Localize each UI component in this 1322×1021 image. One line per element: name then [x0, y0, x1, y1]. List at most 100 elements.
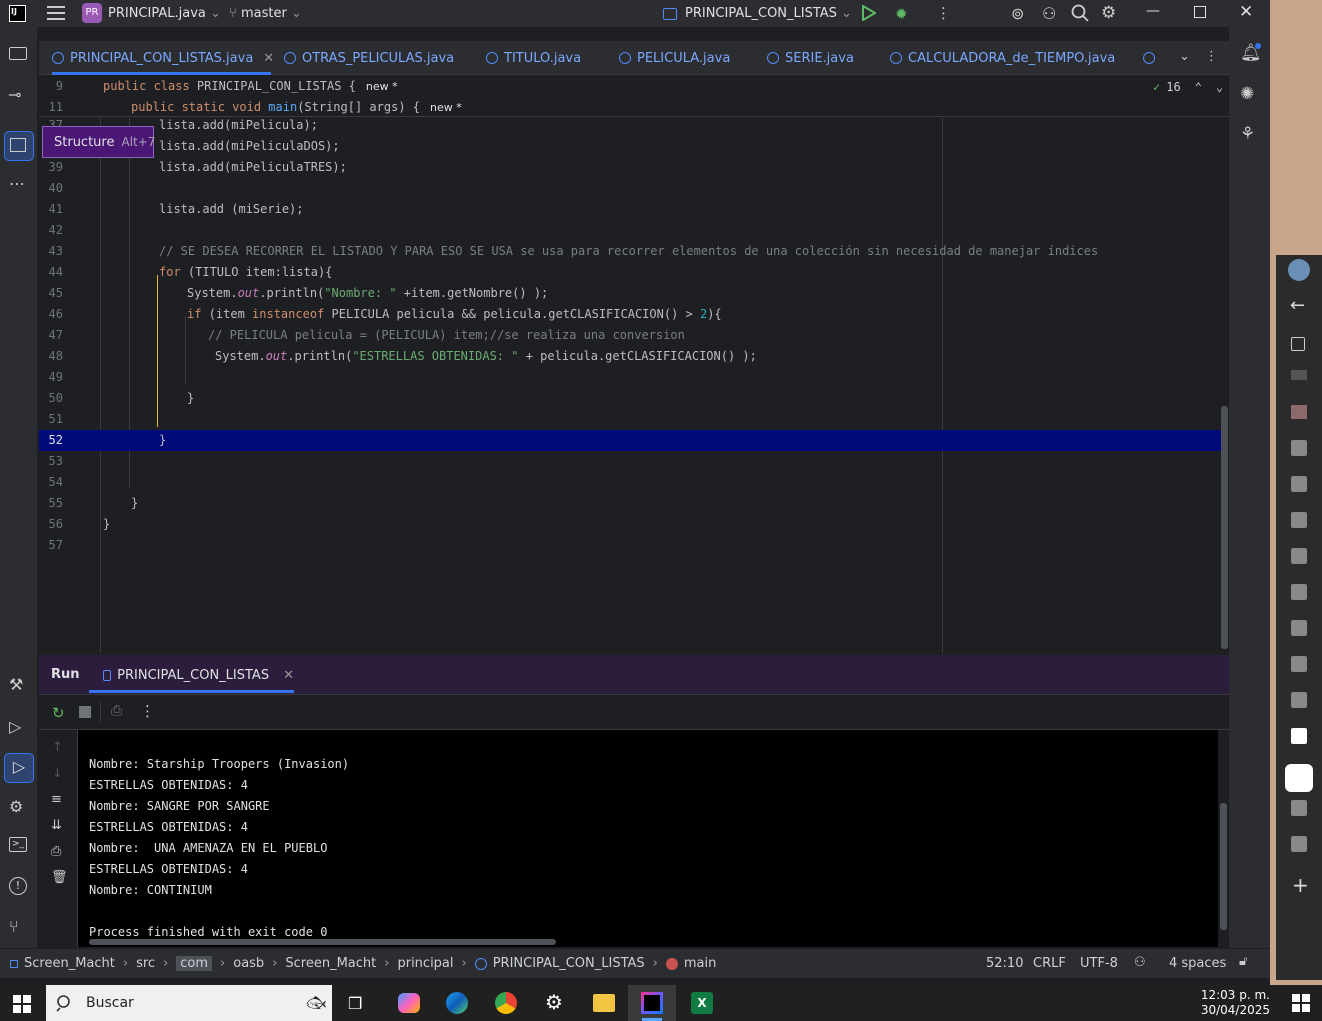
code-line[interactable]: lista.add(miPelicula);: [159, 118, 318, 132]
indent-setting[interactable]: 4 spaces: [1169, 956, 1226, 971]
console-hscrollbar[interactable]: [89, 939, 556, 945]
minimize-icon[interactable]: —: [1146, 3, 1160, 19]
settings-gear-icon[interactable]: ⚙: [1101, 3, 1116, 23]
amazon-tab-icon[interactable]: [1291, 620, 1307, 636]
sticky-code-line[interactable]: public class PRINCIPAL_CON_LISTAS {new *: [103, 79, 398, 93]
close-tab-icon[interactable]: ✕: [263, 51, 274, 66]
code-line[interactable]: System.out.println("Nombre: " +item.getN…: [187, 286, 548, 300]
task-view-icon[interactable]: ❒: [348, 994, 362, 1013]
code-editor[interactable]: 9 public class PRINCIPAL_CON_LISTAS {new …: [39, 75, 1229, 653]
code-line[interactable]: // SE DESEA RECORRER EL LISTADO Y PARA E…: [159, 244, 1098, 258]
rerun-icon[interactable]: ↻: [52, 704, 65, 722]
services-icon[interactable]: ▷: [9, 717, 21, 736]
breadcrumb-item[interactable]: main: [684, 956, 716, 971]
taskbar-search[interactable]: Buscar 🐟︎: [46, 985, 332, 1021]
main-menu-icon[interactable]: [47, 6, 65, 20]
amazon-tab-icon[interactable]: [1291, 836, 1307, 852]
ai-assistant-icon[interactable]: ⊚: [1011, 4, 1024, 23]
profile-icon[interactable]: [1288, 259, 1310, 281]
amazon-tab-icon[interactable]: [1291, 584, 1307, 600]
terminal-icon[interactable]: >_: [9, 837, 27, 852]
git-icon[interactable]: ⑂: [9, 917, 19, 936]
problems-icon[interactable]: !: [9, 877, 27, 895]
stop-icon[interactable]: [79, 706, 91, 718]
add-icon[interactable]: +: [1292, 873, 1309, 897]
amazon-tab-icon[interactable]: [1291, 656, 1307, 672]
back-arrow-icon[interactable]: ←: [1290, 295, 1305, 316]
inspection-widget[interactable]: ✓ 16 ⌃ ⌄: [1153, 80, 1223, 94]
build-hammer-icon[interactable]: ⚒: [9, 675, 23, 694]
editor-scrollbar[interactable]: [1221, 406, 1228, 649]
sticky-code-line[interactable]: public static void main(String[] args) {…: [131, 100, 462, 114]
amazon-tab-icon[interactable]: [1291, 548, 1307, 564]
chevron-down-icon[interactable]: ⌄: [1216, 80, 1223, 94]
ai-chat-icon[interactable]: ✺: [1240, 84, 1254, 104]
code-line[interactable]: lista.add(miPeliculaTRES);: [159, 160, 347, 174]
editor-tab[interactable]: PELICULA.java: [619, 41, 730, 75]
breadcrumb-item[interactable]: principal: [397, 956, 453, 971]
more-icon[interactable]: ⋮: [140, 702, 155, 720]
maximize-icon[interactable]: [1194, 6, 1206, 18]
file-explorer-icon[interactable]: [593, 994, 615, 1012]
more-icon[interactable]: ⋮: [1205, 49, 1218, 64]
code-line[interactable]: lista.add (miSerie);: [159, 202, 304, 216]
edge-icon[interactable]: [446, 992, 468, 1014]
code-line[interactable]: lista.add(miPeliculaDOS);: [159, 139, 340, 153]
run-tab[interactable]: PRINCIPAL_CON_LISTAS ✕: [89, 655, 294, 695]
clock[interactable]: 12:03 p. m. 30/04/2025: [1190, 988, 1270, 1018]
tabs-icon[interactable]: [1291, 337, 1305, 351]
amazon-tab-icon[interactable]: [1291, 728, 1307, 744]
chevron-up-icon[interactable]: ⌃: [1195, 80, 1202, 94]
breadcrumb-item[interactable]: PRINCIPAL_CON_LISTAS: [493, 956, 645, 971]
project-selector[interactable]: PRINCIPAL.java ⌄: [108, 6, 221, 21]
scroll-up-icon[interactable]: ↑: [52, 740, 63, 755]
run-icon[interactable]: [862, 5, 876, 21]
code-line[interactable]: // PELICULA pelicula = (PELICULA) item;/…: [208, 328, 685, 342]
python-console-icon[interactable]: ⚘: [1240, 124, 1255, 144]
copilot-icon[interactable]: [398, 993, 420, 1013]
editor-tab[interactable]: SERIE.java: [767, 41, 854, 75]
breadcrumb-item[interactable]: oasb: [233, 956, 264, 971]
soft-wrap-icon[interactable]: ≡: [51, 792, 62, 807]
more-tools-icon[interactable]: ⋯: [9, 174, 25, 193]
print-icon[interactable]: ⎙: [51, 844, 61, 859]
code-line[interactable]: }: [103, 517, 110, 531]
editor-tab[interactable]: TITULO.java: [486, 41, 581, 75]
intellij-taskbar-button[interactable]: [628, 985, 676, 1021]
scroll-to-end-icon[interactable]: ⇊: [51, 818, 62, 833]
inspection-profile-icon[interactable]: ⚇: [1134, 955, 1146, 970]
excel-icon[interactable]: X: [691, 992, 713, 1014]
amazon-tab-icon[interactable]: [1291, 800, 1307, 816]
add-user-icon[interactable]: ⚇: [1042, 4, 1056, 23]
run-config-selector[interactable]: PRINCIPAL_CON_LISTAS ⌄: [663, 6, 852, 21]
file-encoding[interactable]: UTF-8: [1080, 956, 1118, 971]
tab-list-chevron-icon[interactable]: ⌄: [1179, 49, 1190, 64]
breadcrumb-item[interactable]: src: [136, 956, 155, 971]
close-window-icon[interactable]: ✕: [1239, 2, 1253, 22]
line-separator[interactable]: CRLF: [1033, 956, 1066, 971]
search-icon[interactable]: [1071, 4, 1089, 22]
project-folder-icon[interactable]: [9, 47, 27, 60]
code-line[interactable]: }: [159, 433, 166, 447]
windows-start-icon[interactable]: [13, 995, 31, 1013]
editor-tab[interactable]: PRINCIPAL_CON_LISTAS.java ✕: [52, 41, 274, 75]
editor-tab[interactable]: OTRAS_PELICULAS.java: [284, 41, 454, 75]
chrome-icon[interactable]: [495, 992, 517, 1014]
trash-icon[interactable]: 🗑︎: [51, 870, 68, 885]
amazon-tab-icon[interactable]: [1285, 764, 1313, 792]
amazon-tab-icon[interactable]: [1291, 476, 1307, 492]
code-line[interactable]: }: [187, 391, 194, 405]
lock-icon[interactable]: 🔓︎: [1239, 954, 1247, 969]
tab-thumbnail-icon[interactable]: [1291, 405, 1307, 419]
scroll-down-icon[interactable]: ↓: [52, 766, 63, 781]
caret-position[interactable]: 52:10: [986, 956, 1023, 971]
camera-icon[interactable]: ⎙: [111, 703, 122, 719]
more-icon[interactable]: ⋮: [936, 4, 951, 22]
branch-selector[interactable]: ⑂ master ⌄: [229, 6, 302, 21]
tab-thumbnail-icon[interactable]: [1291, 370, 1307, 380]
console-output[interactable]: Nombre: Starship Troopers (Invasion) ESTR…: [78, 730, 1218, 947]
amazon-tab-icon[interactable]: [1291, 440, 1307, 456]
amazon-tab-icon[interactable]: [1291, 512, 1307, 528]
editor-tab[interactable]: CALCULADORA_de_TIEMPO.java: [890, 41, 1115, 75]
java-class-icon-tab[interactable]: [1143, 41, 1161, 75]
